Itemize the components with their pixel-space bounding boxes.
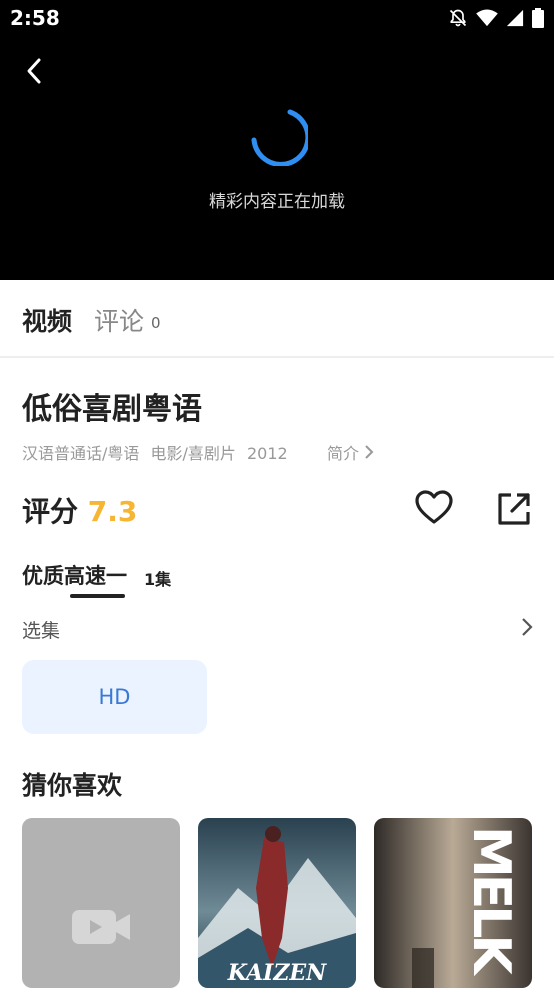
intro-label: 简介: [327, 444, 360, 463]
rating-label: 评分: [22, 495, 79, 528]
poster-image: MELK: [374, 818, 532, 988]
recommendation-card[interactable]: [22, 818, 180, 988]
video-placeholder-icon: [72, 910, 130, 944]
content-tabs: 视频 评论 0: [0, 280, 554, 358]
recommendation-card[interactable]: KAIZEN: [198, 818, 356, 988]
intro-link[interactable]: 简介: [327, 440, 375, 464]
share-icon[interactable]: [495, 490, 533, 528]
source-tab[interactable]: 优质高速一: [22, 560, 127, 590]
rating-value: 7.3: [87, 495, 138, 528]
favorite-heart-icon[interactable]: [414, 488, 454, 528]
loading-text: 精彩内容正在加载: [209, 192, 345, 212]
back-arrow-icon[interactable]: [22, 56, 48, 86]
recommendation-card[interactable]: MELK: [374, 818, 532, 988]
source-tab-indicator: [70, 594, 125, 598]
video-title: 低俗喜剧粤语: [22, 392, 202, 427]
cellular-signal-icon: [506, 9, 524, 27]
recommendations-title: 猜你喜欢: [22, 771, 123, 800]
video-meta: 汉语普通话/粤语 电影/喜剧片 2012: [22, 440, 294, 464]
loading-spinner-icon: [251, 109, 308, 166]
battery-icon: [532, 8, 544, 28]
comment-count: 0: [151, 314, 161, 332]
meta-genre: 电影/喜剧片: [150, 444, 236, 463]
status-time: 2:58: [10, 6, 60, 30]
episode-count: 1集: [144, 570, 172, 589]
episode-button[interactable]: HD: [22, 660, 207, 734]
chevron-right-icon[interactable]: [518, 616, 536, 638]
poster-title: KAIZEN: [227, 960, 327, 986]
wifi-icon: [476, 9, 498, 27]
episodes-label: 选集: [22, 620, 61, 642]
tab-video[interactable]: 视频: [22, 302, 72, 338]
meta-year: 2012: [247, 444, 288, 463]
rating: 评分 7.3: [22, 490, 137, 530]
poster-image: KAIZEN: [198, 818, 356, 988]
poster-title: MELK: [461, 826, 521, 976]
status-icons: [448, 8, 544, 28]
meta-language: 汉语普通话/粤语: [22, 444, 140, 463]
video-player[interactable]: 2:58 精彩内容正在加载: [0, 0, 554, 280]
episode-label: HD: [98, 685, 131, 709]
status-bar: 2:58: [0, 0, 554, 38]
tab-comment[interactable]: 评论: [94, 302, 144, 338]
bell-off-icon: [449, 9, 467, 27]
chevron-right-icon: [365, 445, 374, 459]
